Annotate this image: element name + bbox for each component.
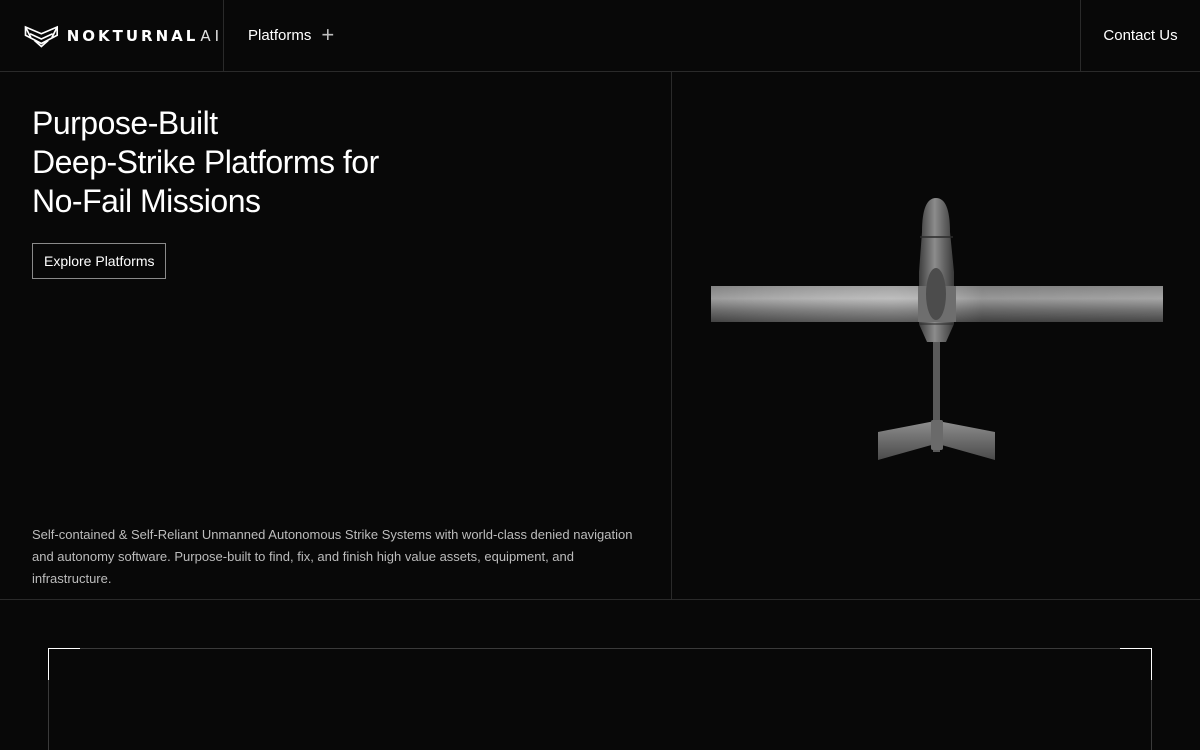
drone-image xyxy=(711,198,1163,460)
logo-wordmark: NOKTURNAL AI xyxy=(67,27,223,45)
logo[interactable]: NOKTURNAL AI xyxy=(0,0,224,71)
contact-us-label: Contact Us xyxy=(1103,27,1178,44)
hero-title: Purpose-Built Deep-Strike Platforms for … xyxy=(32,104,379,221)
frame-corner-top-right xyxy=(1120,648,1152,680)
nav-platforms[interactable]: Platforms + xyxy=(224,0,334,71)
hero-title-line-1: Purpose-Built xyxy=(32,105,218,141)
nokturnal-logo-icon xyxy=(24,25,59,48)
hero-content: Purpose-Built Deep-Strike Platforms for … xyxy=(0,72,672,600)
header-spacer xyxy=(334,0,1080,71)
hero-description: Self-contained & Self-Reliant Unmanned A… xyxy=(32,527,633,586)
plus-icon: + xyxy=(321,21,335,47)
feature-frame xyxy=(48,648,1152,750)
nav-platforms-label: Platforms xyxy=(248,27,312,44)
logo-suffix-text: AI xyxy=(200,26,223,45)
hero-title-line-3: No-Fail Missions xyxy=(32,183,261,219)
site-header: NOKTURNAL AI Platforms + Contact Us xyxy=(0,0,1200,72)
hero-title-line-2: Deep-Strike Platforms for xyxy=(32,144,379,180)
logo-brand-text: NOKTURNAL xyxy=(66,26,199,45)
frame-corner-top-left xyxy=(48,648,80,680)
hero-image-panel xyxy=(673,72,1200,600)
section-divider xyxy=(0,599,1200,600)
contact-us-link[interactable]: Contact Us xyxy=(1080,0,1200,71)
page: NOKTURNAL AI Platforms + Contact Us Purpo… xyxy=(0,0,1200,750)
explore-platforms-button[interactable]: Explore Platforms xyxy=(32,243,167,279)
